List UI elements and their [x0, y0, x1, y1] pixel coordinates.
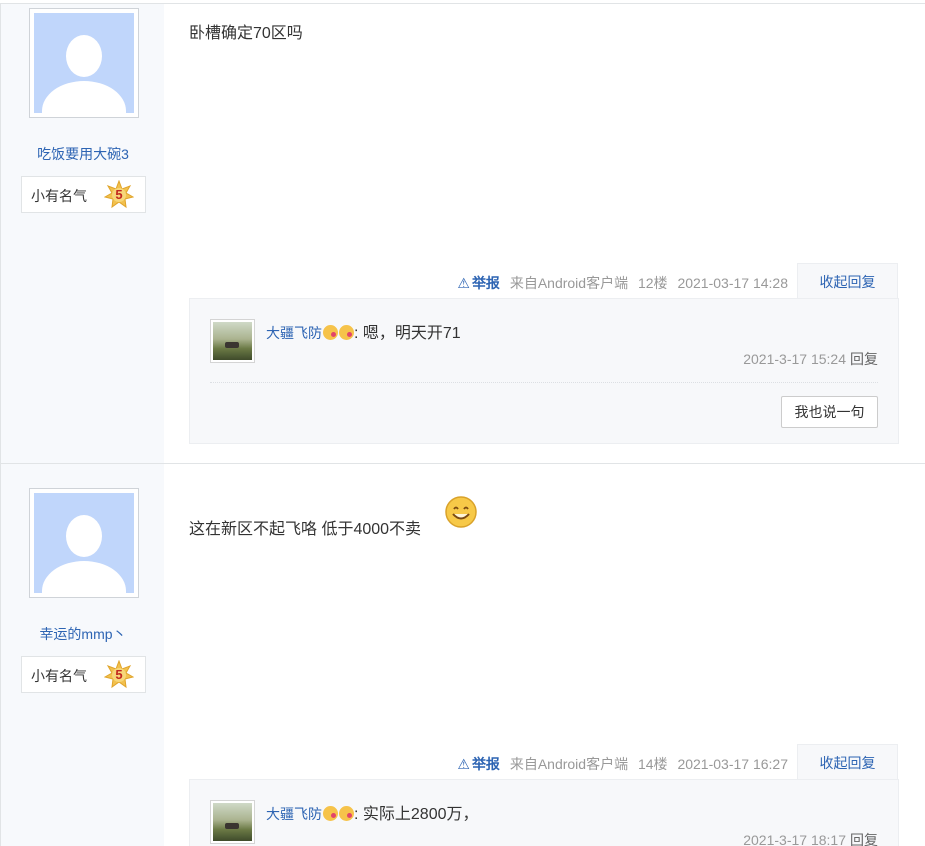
- report-label: 举报: [471, 275, 500, 291]
- level-label: 小有名气: [31, 668, 87, 684]
- reply-text: : 实际上2800万，: [354, 806, 479, 823]
- report-link[interactable]: ⚠ 举报: [451, 756, 500, 772]
- post-meta-text: ⚠ 举报 来自Android客户端 14楼 2021-03-17 16:27: [451, 754, 788, 774]
- warning-icon: ⚠: [457, 756, 470, 772]
- reply-thread: 大疆飞防 : 嗯，明天开71 2021-3-17 15:24 回复 我也说一句: [189, 298, 899, 444]
- smiley-emoji-icon: [444, 495, 478, 529]
- reply-divider: [210, 382, 878, 383]
- level-badge[interactable]: 小有名气 5: [21, 656, 146, 693]
- collapse-replies-button[interactable]: 收起回复: [797, 744, 898, 780]
- post-floor: 12楼: [637, 275, 668, 291]
- post-content: 卧槽确定70区吗: [189, 25, 303, 42]
- author-username[interactable]: 幸运的mmp丶: [1, 624, 165, 644]
- reply-meta: 2021-3-17 15:24 回复: [743, 349, 878, 369]
- level-label: 小有名气: [31, 188, 87, 204]
- reply-text: : 嗯，明天开71: [354, 325, 461, 342]
- collapse-replies-button[interactable]: 收起回复: [797, 263, 898, 299]
- kiss-emoji-icon: [339, 806, 354, 821]
- kiss-emoji-icon: [323, 806, 338, 821]
- author-panel: 幸运的mmp丶 小有名气 5: [0, 464, 164, 846]
- reply-avatar-photo: [213, 322, 252, 360]
- reply-time: 2021-3-17 15:24: [743, 351, 846, 367]
- reply-username[interactable]: 大疆飞防: [266, 325, 322, 341]
- reply-username[interactable]: 大疆飞防: [266, 806, 322, 822]
- reply-avatar[interactable]: [210, 319, 255, 363]
- kiss-emoji-icon: [323, 325, 338, 340]
- warning-icon: ⚠: [457, 275, 470, 291]
- post-content-text: 这在新区不起飞咯 低于4000不卖: [189, 521, 422, 538]
- reply-thread: 大疆飞防 : 实际上2800万， 2021-3-17 18:17 回复: [189, 779, 899, 846]
- reply-time: 2021-3-17 18:17: [743, 832, 846, 846]
- author-username[interactable]: 吃饭要用大碗3: [1, 144, 165, 164]
- post-meta-text: ⚠ 举报 来自Android客户端 12楼 2021-03-17 14:28: [451, 273, 788, 293]
- level-star-icon: 5: [103, 179, 135, 210]
- reply-meta: 2021-3-17 18:17 回复: [743, 830, 878, 846]
- reply-avatar-photo: [213, 803, 252, 841]
- author-panel: 吃饭要用大碗3 小有名气 5: [0, 4, 164, 464]
- report-link[interactable]: ⚠ 举报: [451, 275, 500, 291]
- default-avatar-icon: [34, 493, 134, 593]
- post-source: 来自Android客户端: [509, 275, 629, 291]
- level-number: 5: [115, 667, 123, 682]
- post-content: 这在新区不起飞咯 低于4000不卖: [189, 496, 477, 539]
- kiss-emoji-icon: [339, 325, 354, 340]
- author-avatar[interactable]: [29, 488, 139, 598]
- reply-item: 大疆飞防 : 实际上2800万，: [266, 800, 479, 824]
- post-datetime: 2021-03-17 14:28: [677, 275, 788, 291]
- reply-link[interactable]: 回复: [850, 832, 878, 846]
- reply-item: 大疆飞防 : 嗯，明天开71: [266, 319, 461, 343]
- post-source: 来自Android客户端: [509, 756, 629, 772]
- add-comment-button[interactable]: 我也说一句: [781, 396, 878, 428]
- level-star-icon: 5: [103, 659, 135, 690]
- post-floor: 14楼: [637, 756, 668, 772]
- post-datetime: 2021-03-17 16:27: [677, 756, 788, 772]
- reply-avatar[interactable]: [210, 800, 255, 844]
- post-floor-14: 幸运的mmp丶 小有名气 5 这在新区不起飞咯 低于4000不卖 ⚠ 举报 来自…: [0, 463, 925, 846]
- default-avatar-icon: [34, 13, 134, 113]
- level-badge[interactable]: 小有名气 5: [21, 176, 146, 213]
- level-number: 5: [115, 187, 123, 202]
- report-label: 举报: [471, 756, 500, 772]
- author-avatar[interactable]: [29, 8, 139, 118]
- post-floor-12: 吃饭要用大碗3 小有名气 5 卧槽确定70区吗 ⚠ 举报 来自Android客户端…: [0, 3, 925, 464]
- reply-link[interactable]: 回复: [850, 351, 878, 367]
